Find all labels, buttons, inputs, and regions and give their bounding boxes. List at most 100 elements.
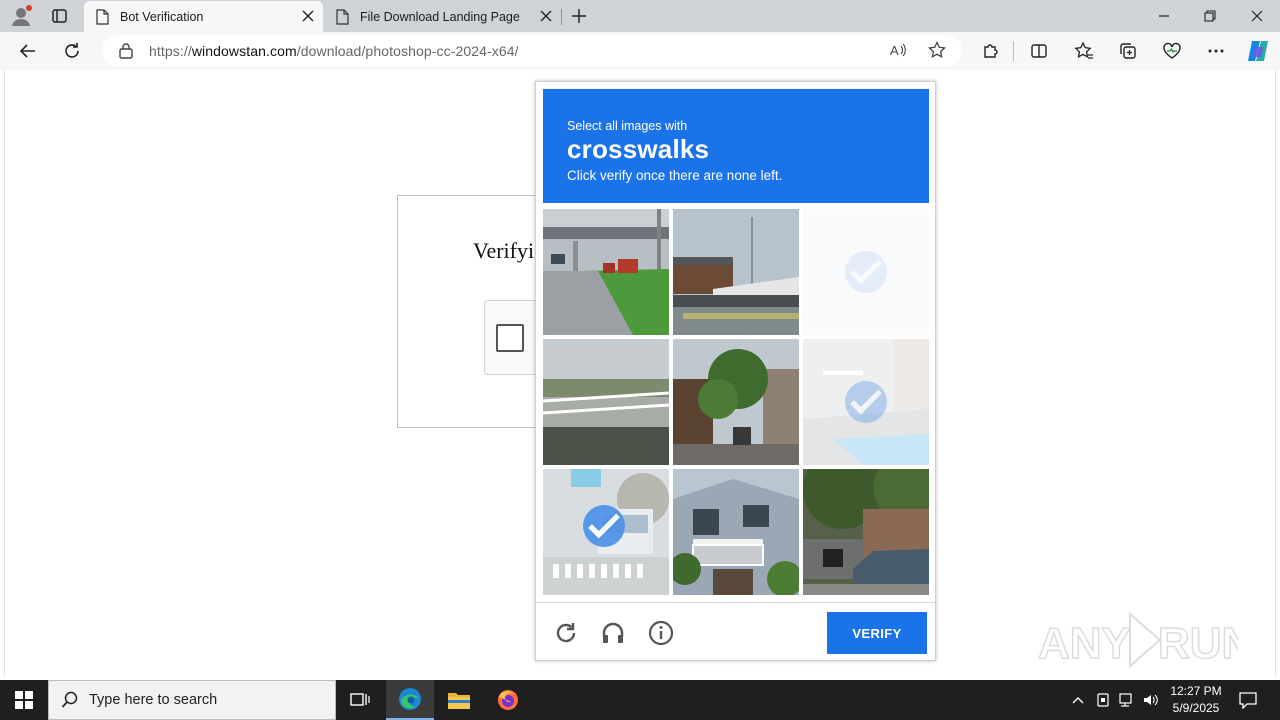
search-placeholder: Type here to search	[89, 692, 218, 708]
page-icon	[94, 8, 110, 25]
windows-taskbar: Type here to search 12:27 PM 5/9/2025	[0, 680, 1280, 720]
notification-icon	[1239, 692, 1257, 710]
back-button[interactable]	[18, 41, 38, 61]
captcha-tile-7[interactable]	[543, 469, 669, 595]
minimize-button[interactable]	[1156, 9, 1172, 23]
collections-icon	[1120, 43, 1136, 59]
svg-text:ANY: ANY	[1038, 619, 1131, 668]
captcha-instruction-secondary: Click verify once there are none left.	[567, 168, 783, 183]
close-window-button[interactable]	[1249, 8, 1265, 24]
meet-now-tray-icon[interactable]	[1095, 692, 1111, 713]
firefox-icon	[498, 690, 518, 710]
close-tab-icon[interactable]	[301, 9, 315, 23]
captcha-tile-1[interactable]	[543, 209, 669, 335]
verify-button[interactable]: VERIFY	[827, 612, 927, 654]
chevron-up-icon	[1072, 697, 1084, 704]
road-bridge-photo	[543, 209, 669, 335]
captcha-tile-9[interactable]	[803, 469, 929, 595]
tab-title: File Download Landing Page	[360, 9, 520, 24]
split-screen-button[interactable]	[1029, 41, 1049, 61]
show-hidden-icons-button[interactable]	[1071, 693, 1085, 712]
info-button[interactable]	[647, 619, 675, 647]
settings-more-button[interactable]	[1206, 41, 1226, 61]
captcha-tile-8[interactable]	[673, 469, 799, 595]
captcha-tile-5[interactable]	[673, 339, 799, 465]
captcha-tile-2[interactable]	[673, 209, 799, 335]
any-run-watermark: ANY RUN	[1037, 608, 1254, 672]
split-screen-icon	[1031, 44, 1047, 58]
collections-button[interactable]	[1118, 41, 1138, 61]
svg-text:RUN: RUN	[1158, 619, 1238, 668]
network-icon	[1119, 693, 1132, 707]
bridge-railing-photo	[543, 339, 669, 465]
clock-time: 12:27 PM	[1170, 684, 1222, 698]
favorites-button[interactable]	[1074, 41, 1094, 61]
notifications-button[interactable]	[1238, 691, 1258, 714]
speaker-icon	[1144, 694, 1158, 706]
taskbar-search-box[interactable]: Type here to search	[48, 680, 336, 720]
taskbar-firefox-button[interactable]	[484, 680, 532, 720]
toolbar-divider	[1013, 41, 1014, 61]
captcha-target-word: crosswalks	[567, 134, 710, 164]
copilot-icon	[1248, 41, 1268, 61]
check-mark-icon	[845, 381, 887, 423]
browser-essentials-button[interactable]	[1162, 41, 1182, 61]
url-text[interactable]: https://windowstan.com/download/photosho…	[149, 43, 519, 59]
headphones-icon	[602, 622, 624, 643]
close-tab-icon[interactable]	[539, 9, 553, 23]
task-view-button[interactable]	[336, 680, 384, 720]
task-view-icon	[350, 693, 370, 706]
captcha-tile-4[interactable]	[543, 339, 669, 465]
taskbar-clock[interactable]: 12:27 PM 5/9/2025	[1163, 683, 1229, 717]
check-mark-icon	[845, 251, 887, 293]
check-mark-icon	[583, 505, 625, 547]
minimize-icon	[1159, 15, 1169, 17]
captcha-header: Select all images with crosswalks Click …	[543, 89, 929, 203]
profile-icon	[12, 5, 32, 26]
tab-bot-verification[interactable]: Bot Verification	[84, 1, 323, 32]
back-arrow-icon	[19, 44, 35, 58]
lock-icon[interactable]	[118, 42, 134, 64]
profile-avatar[interactable]	[10, 5, 32, 27]
taskbar-edge-button[interactable]	[386, 680, 434, 720]
copilot-button[interactable]	[1245, 39, 1271, 63]
read-aloud-icon[interactable]: A	[889, 41, 907, 64]
heart-pulse-icon	[1163, 42, 1181, 59]
extensions-button[interactable]	[981, 41, 1001, 61]
tab-strip: Bot Verification File Download Landing P…	[0, 0, 1280, 32]
svg-text:A: A	[890, 43, 899, 58]
restore-button[interactable]	[1202, 8, 1218, 24]
tab-file-download[interactable]: File Download Landing Page	[324, 1, 562, 32]
captcha-checkbox[interactable]	[496, 324, 524, 352]
info-icon	[648, 620, 674, 646]
network-tray-icon[interactable]	[1118, 692, 1136, 713]
folder-icon	[448, 693, 470, 709]
volume-tray-icon[interactable]	[1142, 692, 1160, 713]
search-icon	[61, 691, 79, 709]
close-icon	[1251, 10, 1263, 22]
page-icon	[334, 8, 350, 25]
captcha-tile-3[interactable]	[803, 209, 929, 335]
car-motorbike-photo	[803, 469, 929, 595]
reload-icon	[556, 623, 576, 643]
taskbar-file-explorer-button[interactable]	[435, 680, 483, 720]
favorite-star-icon[interactable]	[928, 40, 946, 64]
edge-browser-icon	[399, 688, 421, 710]
favorites-icon	[1074, 41, 1093, 59]
captcha-tile-6[interactable]	[803, 339, 929, 465]
address-bar[interactable]: https://windowstan.com/download/photosho…	[102, 35, 962, 66]
harbor-boats-photo	[673, 209, 799, 335]
house-balcony-photo	[673, 469, 799, 595]
reload-challenge-button[interactable]	[552, 619, 580, 647]
verification-heading: Verifyi	[473, 238, 535, 263]
captcha-footer: VERIFY	[536, 602, 935, 660]
plus-icon	[572, 9, 586, 23]
windows-logo-icon	[15, 691, 33, 709]
new-tab-button[interactable]	[570, 7, 588, 25]
tab-actions-button[interactable]	[51, 7, 69, 25]
refresh-button[interactable]	[62, 41, 82, 61]
clock-date: 5/9/2025	[1172, 701, 1220, 715]
puzzle-icon	[984, 44, 998, 58]
audio-challenge-button[interactable]	[599, 619, 627, 647]
start-button[interactable]	[0, 680, 48, 720]
